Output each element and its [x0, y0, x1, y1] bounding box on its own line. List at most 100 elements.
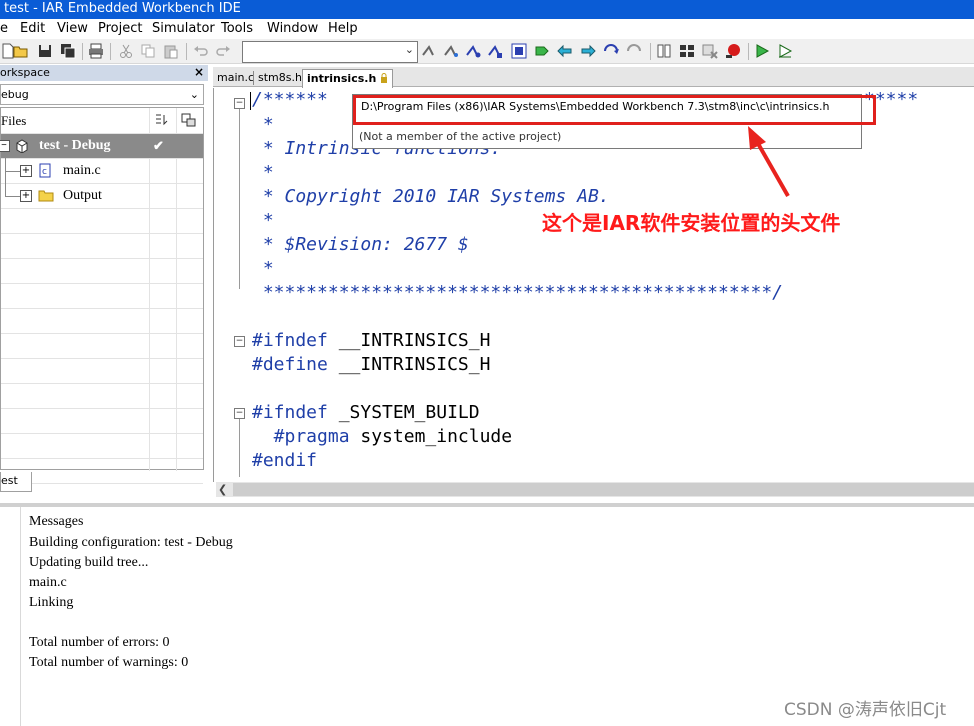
workspace-tab-label: est	[1, 474, 18, 487]
paste-icon[interactable]	[163, 43, 179, 59]
copy-icon[interactable]	[140, 43, 156, 59]
messages-header[interactable]: Messages	[29, 513, 83, 531]
save-all-icon[interactable]	[60, 43, 76, 59]
message-line: Updating build tree...	[29, 555, 149, 570]
save-icon[interactable]	[37, 43, 53, 59]
tooltip-path: D:\Program Files (x86)\IAR Systems\Embed…	[353, 95, 876, 125]
undo-icon[interactable]	[193, 43, 209, 59]
tab-stm8s-h[interactable]: stm8s.h	[254, 69, 306, 87]
menu-simulator[interactable]: Simulator	[152, 20, 215, 37]
window-title: test - IAR Embedded Workbench IDE	[4, 1, 241, 16]
message-line: Linking	[29, 595, 74, 610]
toggle-breakpoint-icon[interactable]	[702, 43, 718, 59]
message-line: Total number of warnings: 0	[29, 655, 189, 670]
code-line: * Copyright 2010 IAR Systems AB.	[252, 186, 610, 207]
download-and-debug-icon[interactable]	[754, 43, 770, 59]
tree-item-label: main.c	[63, 163, 101, 178]
fold-collapse-icon[interactable]: −	[234, 408, 245, 419]
editor-tabs: main.c stm8s.h intrinsics.h	[213, 67, 974, 88]
tooltip-note: (Not a member of the active project)	[359, 130, 562, 143]
workspace-header: orkspace ×	[0, 65, 208, 81]
message-line: Building configuration: test - Debug	[29, 535, 233, 550]
compile-icon[interactable]	[580, 43, 596, 59]
prev-icon[interactable]	[557, 43, 573, 59]
expand-icon[interactable]: +	[20, 165, 32, 177]
workspace-cube-icon	[16, 139, 28, 153]
workspace-title: orkspace	[0, 66, 50, 79]
next-icon[interactable]	[534, 43, 550, 59]
tree-item-main-c[interactable]: + c main.c	[1, 160, 203, 182]
code-line: *	[252, 210, 274, 231]
chevron-down-icon[interactable]: ⌄	[190, 85, 199, 104]
cut-icon[interactable]	[118, 43, 134, 59]
tree-root-label: test - Debug	[39, 138, 111, 153]
chevron-down-icon[interactable]: ⌄	[405, 43, 414, 56]
options-icon[interactable]	[181, 113, 196, 127]
scroll-left-icon[interactable]: ❮	[218, 482, 227, 497]
watermark: CSDN @涛声依旧Cjt	[784, 700, 947, 720]
code-line: *	[252, 258, 274, 279]
code-line: #ifndef __INTRINSICS_H	[252, 330, 491, 351]
menu-tools[interactable]: Tools	[221, 20, 253, 37]
folder-icon	[38, 190, 54, 202]
workspace-tab-test[interactable]: est	[0, 472, 32, 492]
make-icon[interactable]	[603, 43, 619, 59]
close-icon[interactable]: ×	[194, 65, 204, 80]
horizontal-scrollbar[interactable]: ❮	[216, 482, 974, 497]
message-line: Total number of errors: 0	[29, 635, 170, 650]
annotation-text: 这个是IAR软件安装位置的头文件	[542, 211, 841, 235]
workspace-tree: Files − test - Debug ✔ + c main.c + Outp…	[0, 107, 204, 484]
configuration-value: ebug	[1, 88, 29, 101]
fold-collapse-icon[interactable]: −	[234, 98, 245, 109]
code-line: * $Revision: 2677 $	[252, 234, 469, 255]
print-icon[interactable]	[88, 43, 104, 59]
menu-edit[interactable]: Edit	[20, 20, 45, 37]
bookmark-icon[interactable]	[443, 43, 459, 59]
code-line: ****************************************…	[252, 282, 784, 303]
menu-window[interactable]: Window	[267, 20, 318, 37]
messages-pane: Messages Building configuration: test - …	[0, 507, 974, 726]
fold-collapse-icon[interactable]: −	[234, 336, 245, 347]
tab-label: intrinsics.h	[307, 72, 377, 85]
download-debug-icon[interactable]	[656, 43, 672, 59]
tree-item-output[interactable]: + Output	[1, 185, 203, 207]
configuration-select[interactable]: ebug ⌄	[0, 84, 204, 105]
expand-icon[interactable]: +	[20, 190, 32, 202]
find-combo[interactable]: ⌄	[242, 41, 418, 63]
breakpoint-grid-icon[interactable]	[679, 43, 695, 59]
text-cursor	[250, 92, 251, 110]
code-line: #pragma system_include	[252, 426, 513, 447]
menu-bar: e Edit View Project Simulator Tools Wind…	[0, 19, 974, 39]
redo-icon[interactable]	[215, 43, 231, 59]
toolbar: ⌄	[0, 39, 974, 64]
go-icon[interactable]	[511, 43, 527, 59]
tab-main-c[interactable]: main.c	[213, 69, 258, 87]
tree-root-test-debug[interactable]: − test - Debug ✔	[0, 134, 203, 158]
check-icon: ✔	[153, 138, 164, 153]
open-icon[interactable]	[13, 43, 29, 59]
code-line: *	[252, 162, 274, 183]
debug-without-download-icon[interactable]	[777, 43, 793, 59]
remove-breakpoints-icon[interactable]	[725, 43, 741, 59]
debug-icon[interactable]	[465, 43, 481, 59]
find-in-files-icon[interactable]	[421, 43, 437, 59]
svg-text:c: c	[42, 167, 47, 177]
files-header-label: Files	[1, 113, 27, 128]
files-column-header[interactable]: Files	[1, 108, 203, 133]
menu-help[interactable]: Help	[328, 20, 358, 37]
sort-icon[interactable]	[154, 113, 169, 127]
code-line: #ifndef _SYSTEM_BUILD	[252, 402, 480, 423]
step-icon[interactable]	[487, 43, 503, 59]
title-bar: test - IAR Embedded Workbench IDE	[0, 0, 974, 19]
menu-view[interactable]: View	[57, 20, 88, 37]
menu-file[interactable]: e	[0, 20, 8, 37]
scrollbar-thumb[interactable]	[233, 483, 974, 496]
menu-project[interactable]: Project	[98, 20, 142, 37]
tab-intrinsics-h[interactable]: intrinsics.h	[302, 69, 394, 88]
lock-icon	[381, 73, 388, 83]
stop-icon[interactable]	[626, 43, 642, 59]
message-line: main.c	[29, 575, 67, 590]
collapse-icon[interactable]: −	[0, 140, 10, 152]
messages-divider	[20, 507, 21, 726]
code-line: #define __INTRINSICS_H	[252, 354, 491, 375]
